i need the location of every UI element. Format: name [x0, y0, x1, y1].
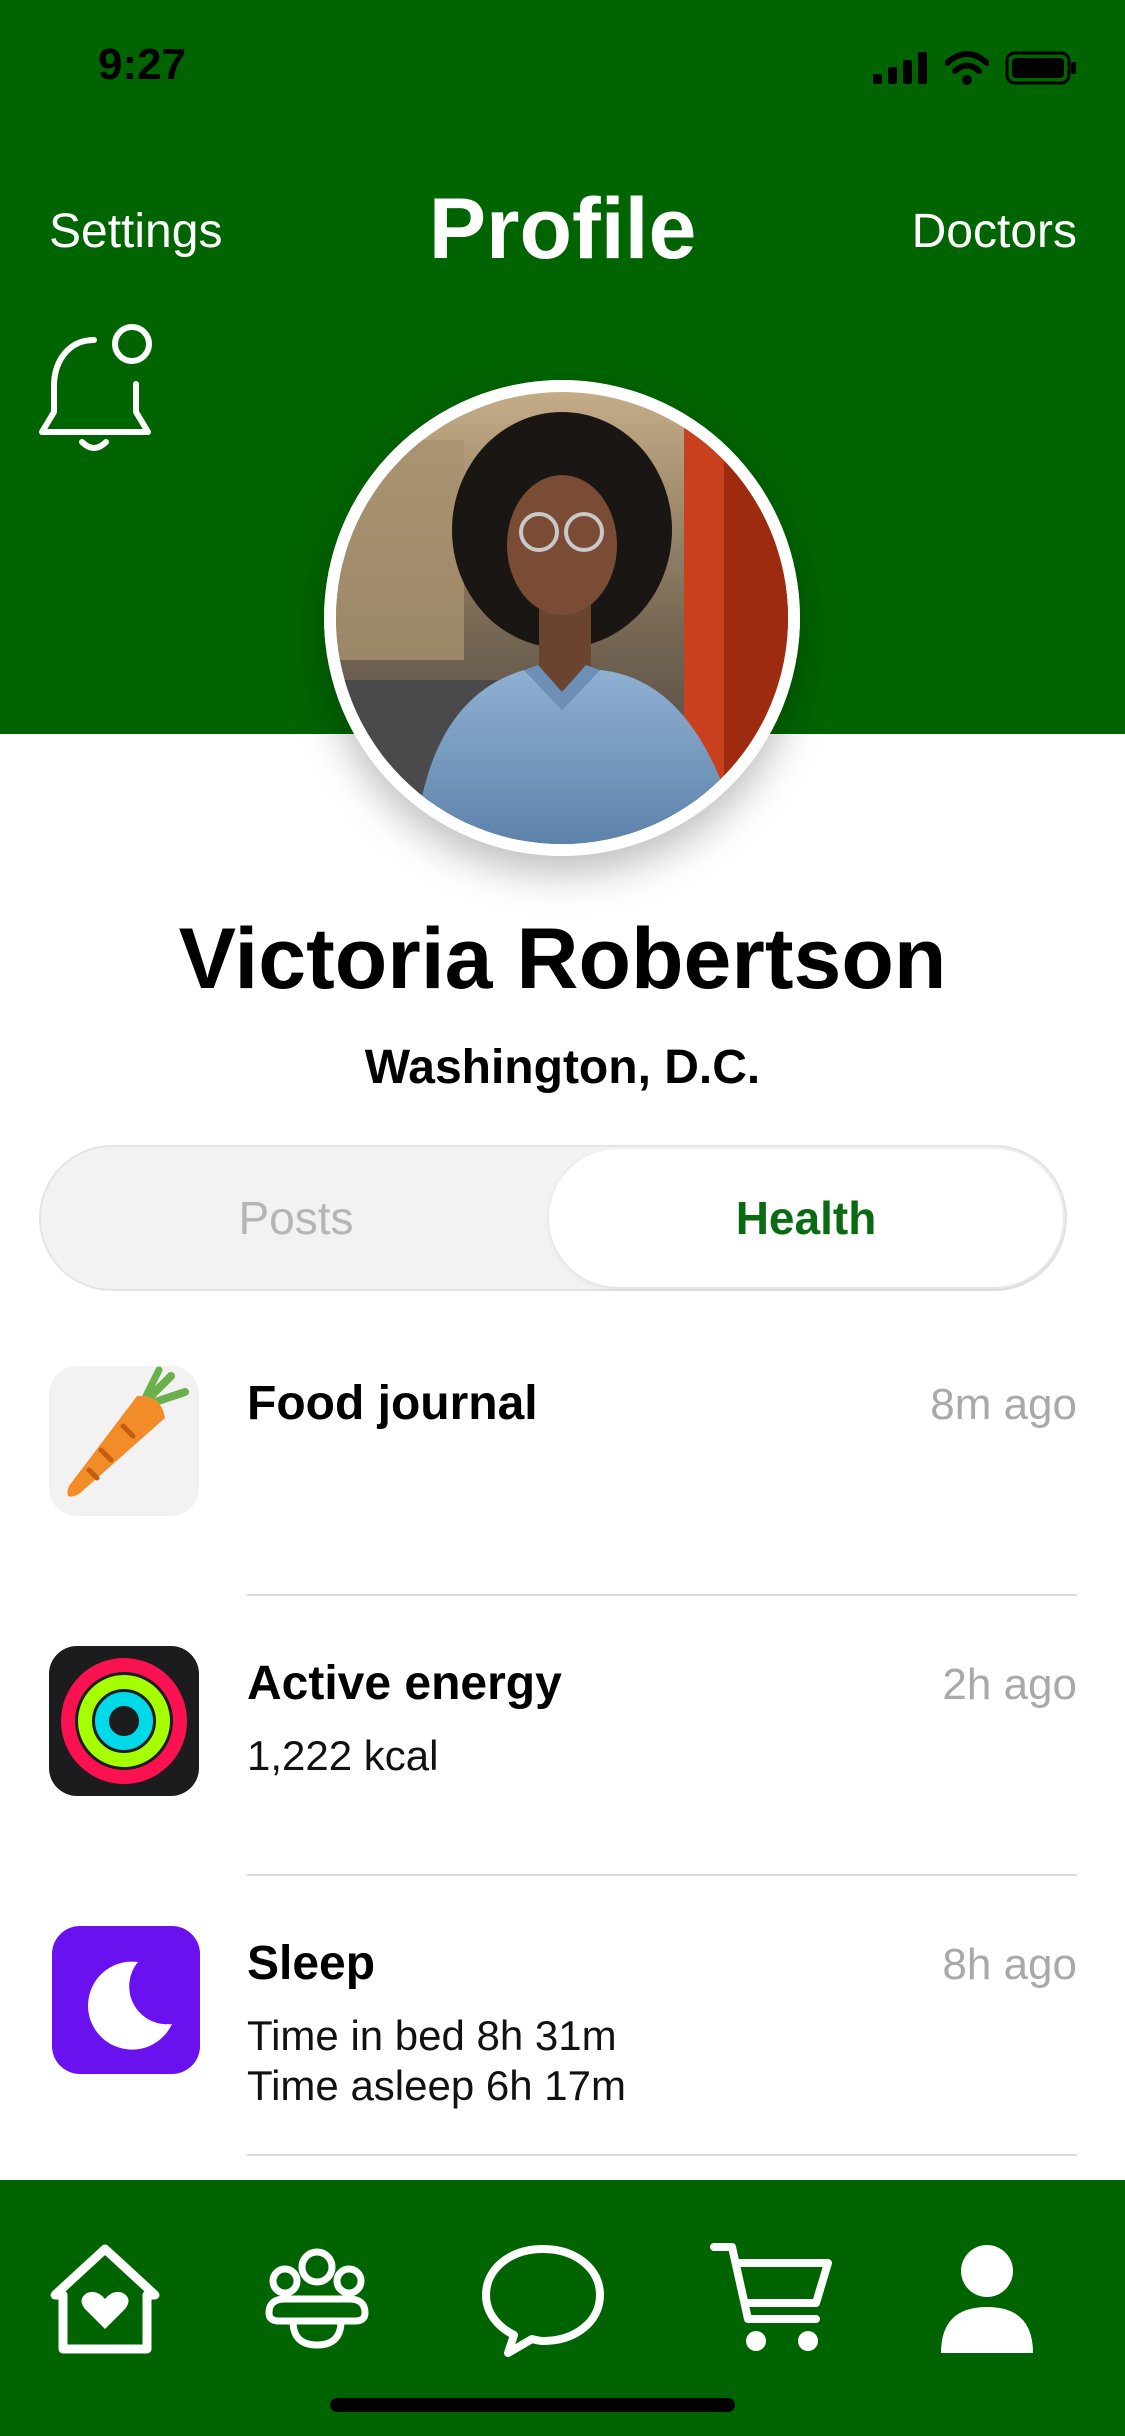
- tab-posts[interactable]: Posts: [41, 1147, 551, 1289]
- divider: [247, 1874, 1077, 1876]
- item-detail: 1,222 kcal: [247, 1732, 439, 1779]
- item-title: Active energy: [247, 1657, 562, 1710]
- item-title: Food journal: [247, 1377, 538, 1430]
- chat-bubble-icon: [482, 2245, 604, 2357]
- battery-icon: [1005, 51, 1076, 85]
- bell-icon[interactable]: [36, 322, 156, 452]
- item-detail: Time in bed 8h 31m: [247, 2012, 617, 2059]
- moon-icon: [52, 1926, 200, 2074]
- status-icons: [873, 48, 1077, 88]
- cart-icon: [710, 2243, 832, 2351]
- item-detail: Time asleep 6h 17m: [247, 2062, 626, 2109]
- profile-name: Victoria Robertson: [178, 911, 947, 1007]
- home-heart-icon: [50, 2244, 160, 2354]
- wifi-icon: [945, 51, 989, 85]
- tab-profile[interactable]: [922, 2234, 1052, 2364]
- status-time: 9:27: [98, 40, 187, 89]
- divider: [247, 2154, 1077, 2156]
- people-icon: [265, 2248, 369, 2349]
- settings-link[interactable]: Settings: [49, 204, 222, 259]
- item-timestamp: 8h ago: [942, 1940, 1077, 1989]
- list-item-active-energy[interactable]: Active energy 2h ago 1,222 kcal: [0, 1646, 1125, 1926]
- list-item-food-journal[interactable]: Food journal 8m ago: [0, 1366, 1125, 1646]
- item-title: Sleep: [247, 1937, 376, 1990]
- item-timestamp: 8m ago: [930, 1380, 1077, 1429]
- divider: [247, 1594, 1077, 1596]
- tab-community[interactable]: [252, 2234, 382, 2364]
- segmented-control: Posts Health: [39, 1145, 1067, 1291]
- doctors-link[interactable]: Doctors: [912, 204, 1077, 259]
- activity-rings-icon: [49, 1646, 199, 1796]
- item-timestamp: 2h ago: [942, 1660, 1077, 1709]
- tab-shop[interactable]: [708, 2234, 838, 2364]
- list-item-sleep[interactable]: Sleep 8h ago Time in bed 8h 31m Time asl…: [0, 1926, 1125, 2206]
- profile-location: Washington, D.C.: [364, 1041, 761, 1094]
- avatar[interactable]: [324, 380, 800, 856]
- cellular-signal-icon: [873, 52, 927, 84]
- tab-health[interactable]: Health: [549, 1149, 1063, 1287]
- person-icon: [941, 2245, 1033, 2353]
- tab-messages[interactable]: [478, 2234, 608, 2364]
- home-indicator: [330, 2398, 735, 2412]
- carrot-icon: [49, 1366, 199, 1516]
- tab-home[interactable]: [40, 2234, 170, 2364]
